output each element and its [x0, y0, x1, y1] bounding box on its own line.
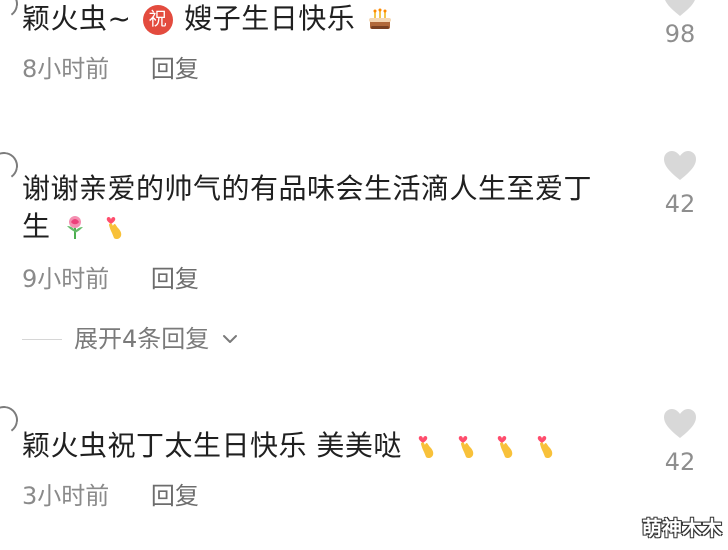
watermark-text: 萌神木木: [642, 516, 722, 540]
avatar[interactable]: [0, 403, 21, 437]
reply-button[interactable]: 回复: [151, 482, 199, 510]
comment-text-suffix: 嫂子生日快乐: [184, 2, 356, 35]
comment-text-line-2: 生: [22, 208, 632, 246]
finger-heart-emoji: [452, 433, 480, 461]
chevron-down-icon: [223, 335, 238, 343]
heart-icon: [664, 151, 696, 180]
heart-icon: [664, 409, 696, 438]
like-count: 98: [664, 20, 696, 48]
comment-text: 颖火虫~ 祝 嫂子生日快乐: [22, 0, 632, 38]
comment-time: 9小时前: [22, 265, 110, 293]
comment-text: 颖火虫祝丁太生日快乐 美美哒: [22, 427, 632, 465]
like-count: 42: [664, 448, 696, 476]
finger-heart-emoji: [491, 433, 519, 461]
comment-text-prefix: 颖火虫~: [22, 2, 132, 35]
comment-meta: 9小时前 回复: [22, 265, 199, 293]
finger-heart-emoji: [100, 214, 128, 242]
avatar[interactable]: [0, 149, 21, 183]
comment-text-line-2-text: 生: [22, 210, 51, 243]
finger-heart-emoji: [412, 433, 440, 461]
expand-replies-label: 展开4条回复: [74, 325, 210, 353]
comment-meta: 8小时前 回复: [22, 55, 199, 83]
rose-emoji: [61, 214, 89, 242]
comment-text-main: 颖火虫祝丁太生日快乐 美美哒: [22, 429, 402, 462]
reply-button[interactable]: 回复: [151, 265, 199, 293]
comment-time: 3小时前: [22, 482, 110, 510]
comment-text: 谢谢亲爱的帅气的有品味会生活滴人生至爱丁 生: [22, 170, 632, 246]
cake-emoji: [366, 6, 394, 34]
reply-button[interactable]: 回复: [151, 55, 199, 83]
expand-divider: [22, 338, 62, 340]
heart-icon: [665, 0, 695, 16]
finger-heart-emoji: [531, 433, 559, 461]
blessing-badge: 祝: [142, 5, 173, 35]
expand-replies-button[interactable]: 展开4条回复: [22, 325, 239, 353]
like-button[interactable]: [662, 408, 698, 444]
like-button[interactable]: [662, 150, 698, 186]
comment-text-line-1: 谢谢亲爱的帅气的有品味会生活滴人生至爱丁: [22, 172, 593, 205]
comment-time: 8小时前: [22, 55, 110, 83]
like-count: 42: [664, 190, 696, 218]
avatar[interactable]: [0, 0, 21, 21]
comment-meta: 3小时前 回复: [22, 482, 199, 510]
like-button[interactable]: [662, 0, 698, 22]
